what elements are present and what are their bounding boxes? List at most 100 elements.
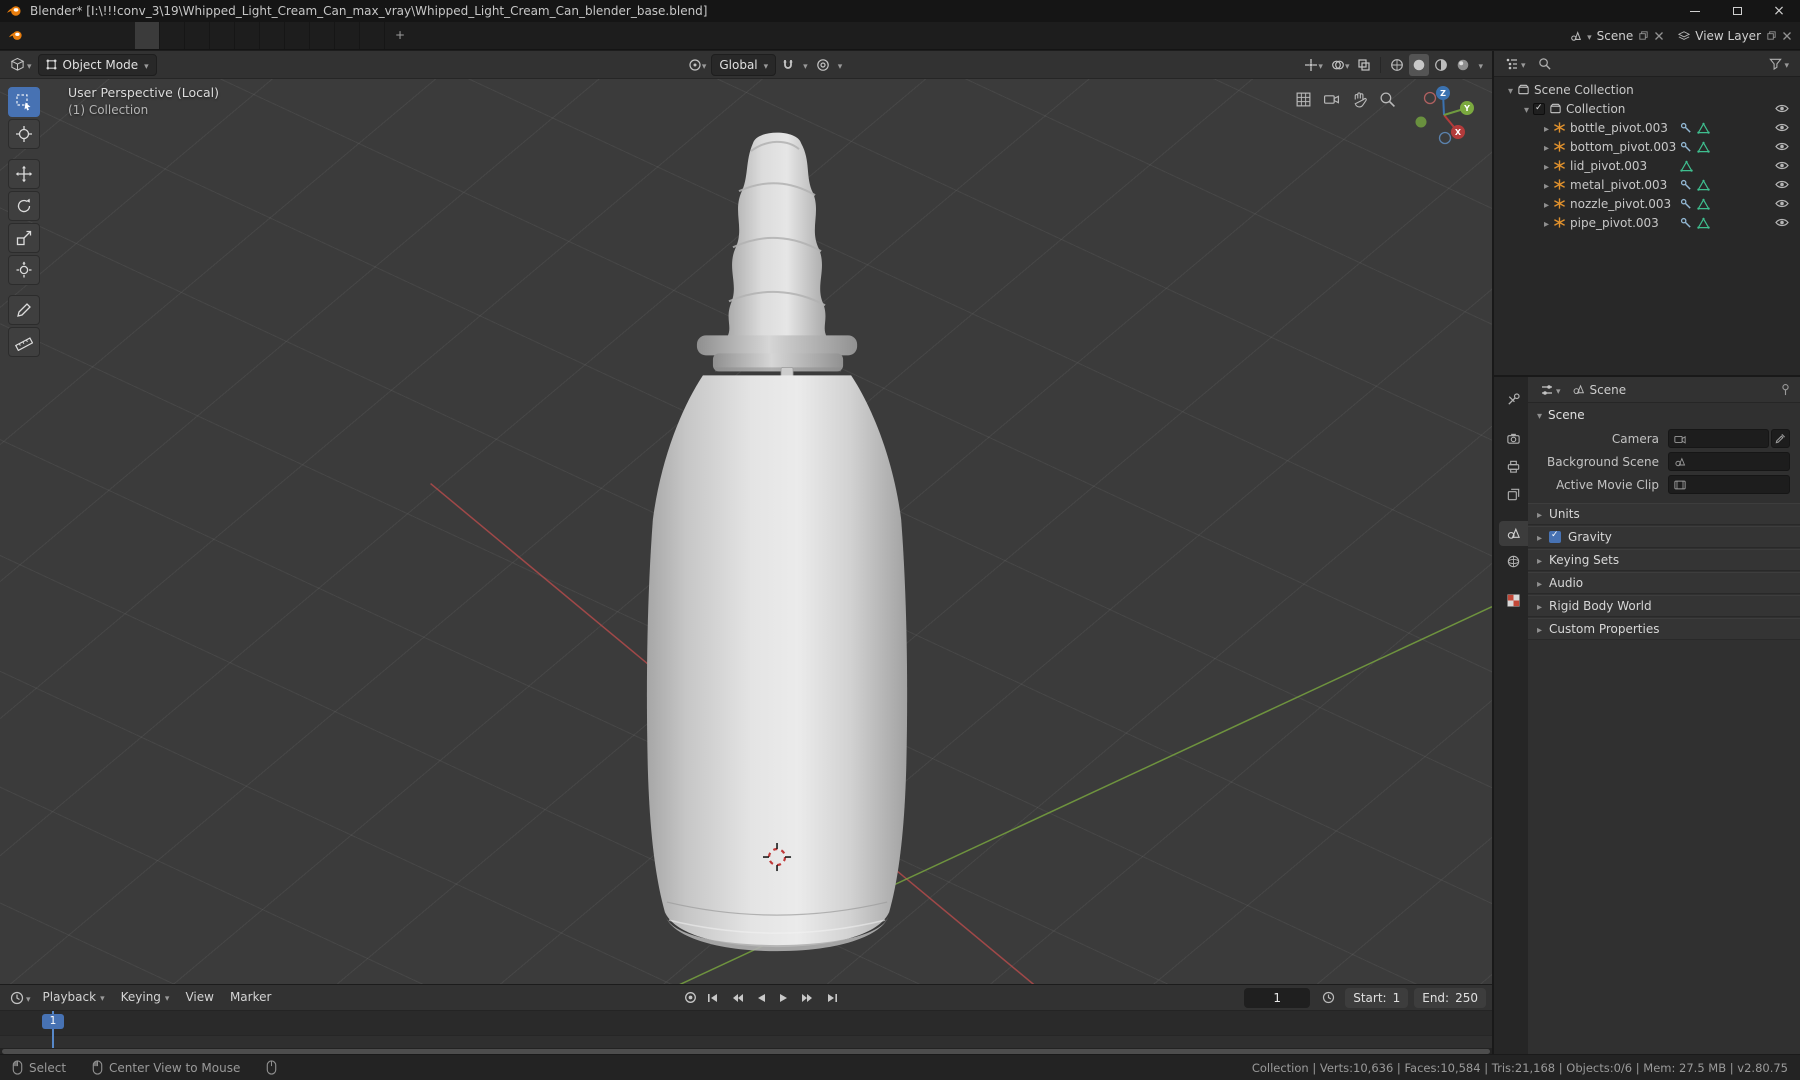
hide-eye-icon[interactable] <box>1775 217 1789 228</box>
preview-range-icon[interactable] <box>1318 989 1339 1006</box>
outliner-row-object[interactable]: pipe_pivot.003 <box>1494 213 1800 232</box>
expand-icon[interactable] <box>1544 140 1549 154</box>
hide-eye-icon[interactable] <box>1775 141 1789 152</box>
collapsed-panel[interactable]: Keying Sets <box>1528 549 1800 571</box>
mesh-data-icon[interactable] <box>1697 141 1710 153</box>
remove-view-layer-button[interactable] <box>1782 31 1792 41</box>
modifier-wrench-icon[interactable] <box>1680 179 1692 191</box>
modifier-wrench-icon[interactable] <box>1680 198 1692 210</box>
timeline-menu[interactable]: Marker <box>222 985 279 1010</box>
frame-start-field[interactable]: Start: 1 <box>1345 987 1409 1008</box>
mesh-data-icon[interactable] <box>1680 160 1693 172</box>
tool-select-box[interactable] <box>8 87 40 117</box>
blender-app-menu[interactable] <box>0 28 31 43</box>
expand-icon[interactable] <box>1544 121 1549 135</box>
shading-solid-button[interactable] <box>1409 53 1430 76</box>
tab-world[interactable] <box>1499 549 1528 574</box>
collapsed-panel[interactable]: Units <box>1528 503 1800 525</box>
orientation-dropdown[interactable]: Global <box>711 53 777 76</box>
playhead[interactable]: 1 <box>42 1011 64 1048</box>
snap-toggle-button[interactable] <box>778 54 798 76</box>
timeline-menu[interactable]: View <box>177 985 221 1010</box>
pin-icon[interactable] <box>1779 383 1792 396</box>
shading-rendered-button[interactable] <box>1453 54 1473 76</box>
3d-viewport[interactable]: User Perspective (Local) (1) Collection <box>0 79 1492 984</box>
expand-icon[interactable] <box>1544 178 1549 192</box>
scene-selector[interactable]: Scene <box>1570 29 1664 43</box>
new-scene-button[interactable] <box>1638 30 1649 41</box>
tab-view-layer[interactable] <box>1499 482 1528 507</box>
property-field[interactable] <box>1668 475 1790 494</box>
outliner-row-object[interactable]: nozzle_pivot.003 <box>1494 194 1800 213</box>
perspective-toggle-icon[interactable] <box>1295 91 1312 108</box>
tool-cursor[interactable] <box>8 119 40 149</box>
timeline-track[interactable] <box>0 1035 1492 1048</box>
jump-to-end-button[interactable] <box>822 990 844 1006</box>
workspace-tab[interactable] <box>335 22 360 49</box>
unlink-scene-button[interactable] <box>1654 31 1664 41</box>
outliner-row-object[interactable]: metal_pivot.003 <box>1494 175 1800 194</box>
workspace-tab[interactable] <box>210 22 235 49</box>
play-reverse-button[interactable] <box>751 990 771 1006</box>
properties-editor-type-button[interactable] <box>1536 383 1565 397</box>
scene-panel-header[interactable]: Scene <box>1528 403 1800 427</box>
property-field[interactable] <box>1668 452 1790 471</box>
hide-eye-icon[interactable] <box>1775 198 1789 209</box>
timeline-menu[interactable]: Keying <box>113 985 178 1010</box>
minimize-button[interactable] <box>1674 0 1716 22</box>
navigation-gizmo[interactable]: Z X Y <box>1410 81 1478 149</box>
prev-keyframe-button[interactable] <box>726 990 748 1006</box>
collapsed-panel[interactable]: Gravity <box>1528 526 1800 548</box>
snap-settings-dropdown[interactable] <box>800 54 811 76</box>
editor-type-button[interactable] <box>6 57 36 72</box>
outliner-row-scene-collection[interactable]: Scene Collection <box>1494 80 1800 99</box>
workspace-tab[interactable] <box>260 22 285 49</box>
auto-keying-toggle[interactable] <box>680 989 701 1006</box>
workspace-tab[interactable] <box>310 22 335 49</box>
collapsed-panel[interactable]: Audio <box>1528 572 1800 594</box>
outliner-row-collection[interactable]: Collection <box>1494 99 1800 118</box>
tab-texture[interactable] <box>1499 588 1528 613</box>
maximize-button[interactable] <box>1716 0 1758 22</box>
workspace-tab[interactable] <box>235 22 260 49</box>
expand-icon[interactable] <box>1544 159 1549 173</box>
modifier-wrench-icon[interactable] <box>1680 141 1692 153</box>
proportional-falloff-dropdown[interactable] <box>835 54 846 76</box>
gravity-checkbox[interactable] <box>1549 530 1562 543</box>
expand-icon[interactable] <box>1524 102 1529 116</box>
add-workspace-button[interactable]: + <box>385 22 415 49</box>
tool-scale[interactable] <box>8 223 40 253</box>
tab-output[interactable] <box>1499 454 1528 479</box>
outliner-row-object[interactable]: lid_pivot.003 <box>1494 156 1800 175</box>
collapsed-panel[interactable]: Rigid Body World <box>1528 595 1800 617</box>
next-keyframe-button[interactable] <box>797 990 819 1006</box>
expand-icon[interactable] <box>1544 197 1549 211</box>
workspace-tab[interactable] <box>360 22 385 49</box>
tab-scene[interactable] <box>1499 521 1528 546</box>
show-gizmo-button[interactable] <box>1301 54 1326 76</box>
new-view-layer-button[interactable] <box>1766 30 1777 41</box>
expand-icon[interactable] <box>1544 216 1549 230</box>
outliner-row-object[interactable]: bottom_pivot.003 <box>1494 137 1800 156</box>
shading-wireframe-button[interactable] <box>1387 54 1407 76</box>
workspace-tab[interactable] <box>160 22 185 49</box>
collapsed-panel[interactable]: Custom Properties <box>1528 618 1800 640</box>
timeline-menu[interactable]: Playback <box>35 985 113 1010</box>
xray-toggle-button[interactable] <box>1354 54 1374 76</box>
filter-icon[interactable] <box>1765 57 1793 71</box>
hide-eye-icon[interactable] <box>1775 122 1789 133</box>
timeline-editor-type-button[interactable] <box>6 991 35 1005</box>
timeline-ruler[interactable] <box>0 1011 1492 1035</box>
close-button[interactable]: × <box>1758 0 1800 22</box>
camera-view-icon[interactable] <box>1323 91 1340 108</box>
hide-eye-icon[interactable] <box>1775 179 1789 190</box>
modifier-wrench-icon[interactable] <box>1680 217 1692 229</box>
pan-hand-icon[interactable] <box>1351 91 1368 108</box>
hide-eye-icon[interactable] <box>1775 103 1789 114</box>
hide-eye-icon[interactable] <box>1775 160 1789 171</box>
pivot-point-dropdown[interactable] <box>685 54 710 76</box>
tool-annotate[interactable] <box>8 295 40 325</box>
mesh-data-icon[interactable] <box>1697 217 1710 229</box>
eyedropper-icon[interactable] <box>1771 429 1790 448</box>
mode-dropdown[interactable]: Object Mode <box>37 53 157 76</box>
